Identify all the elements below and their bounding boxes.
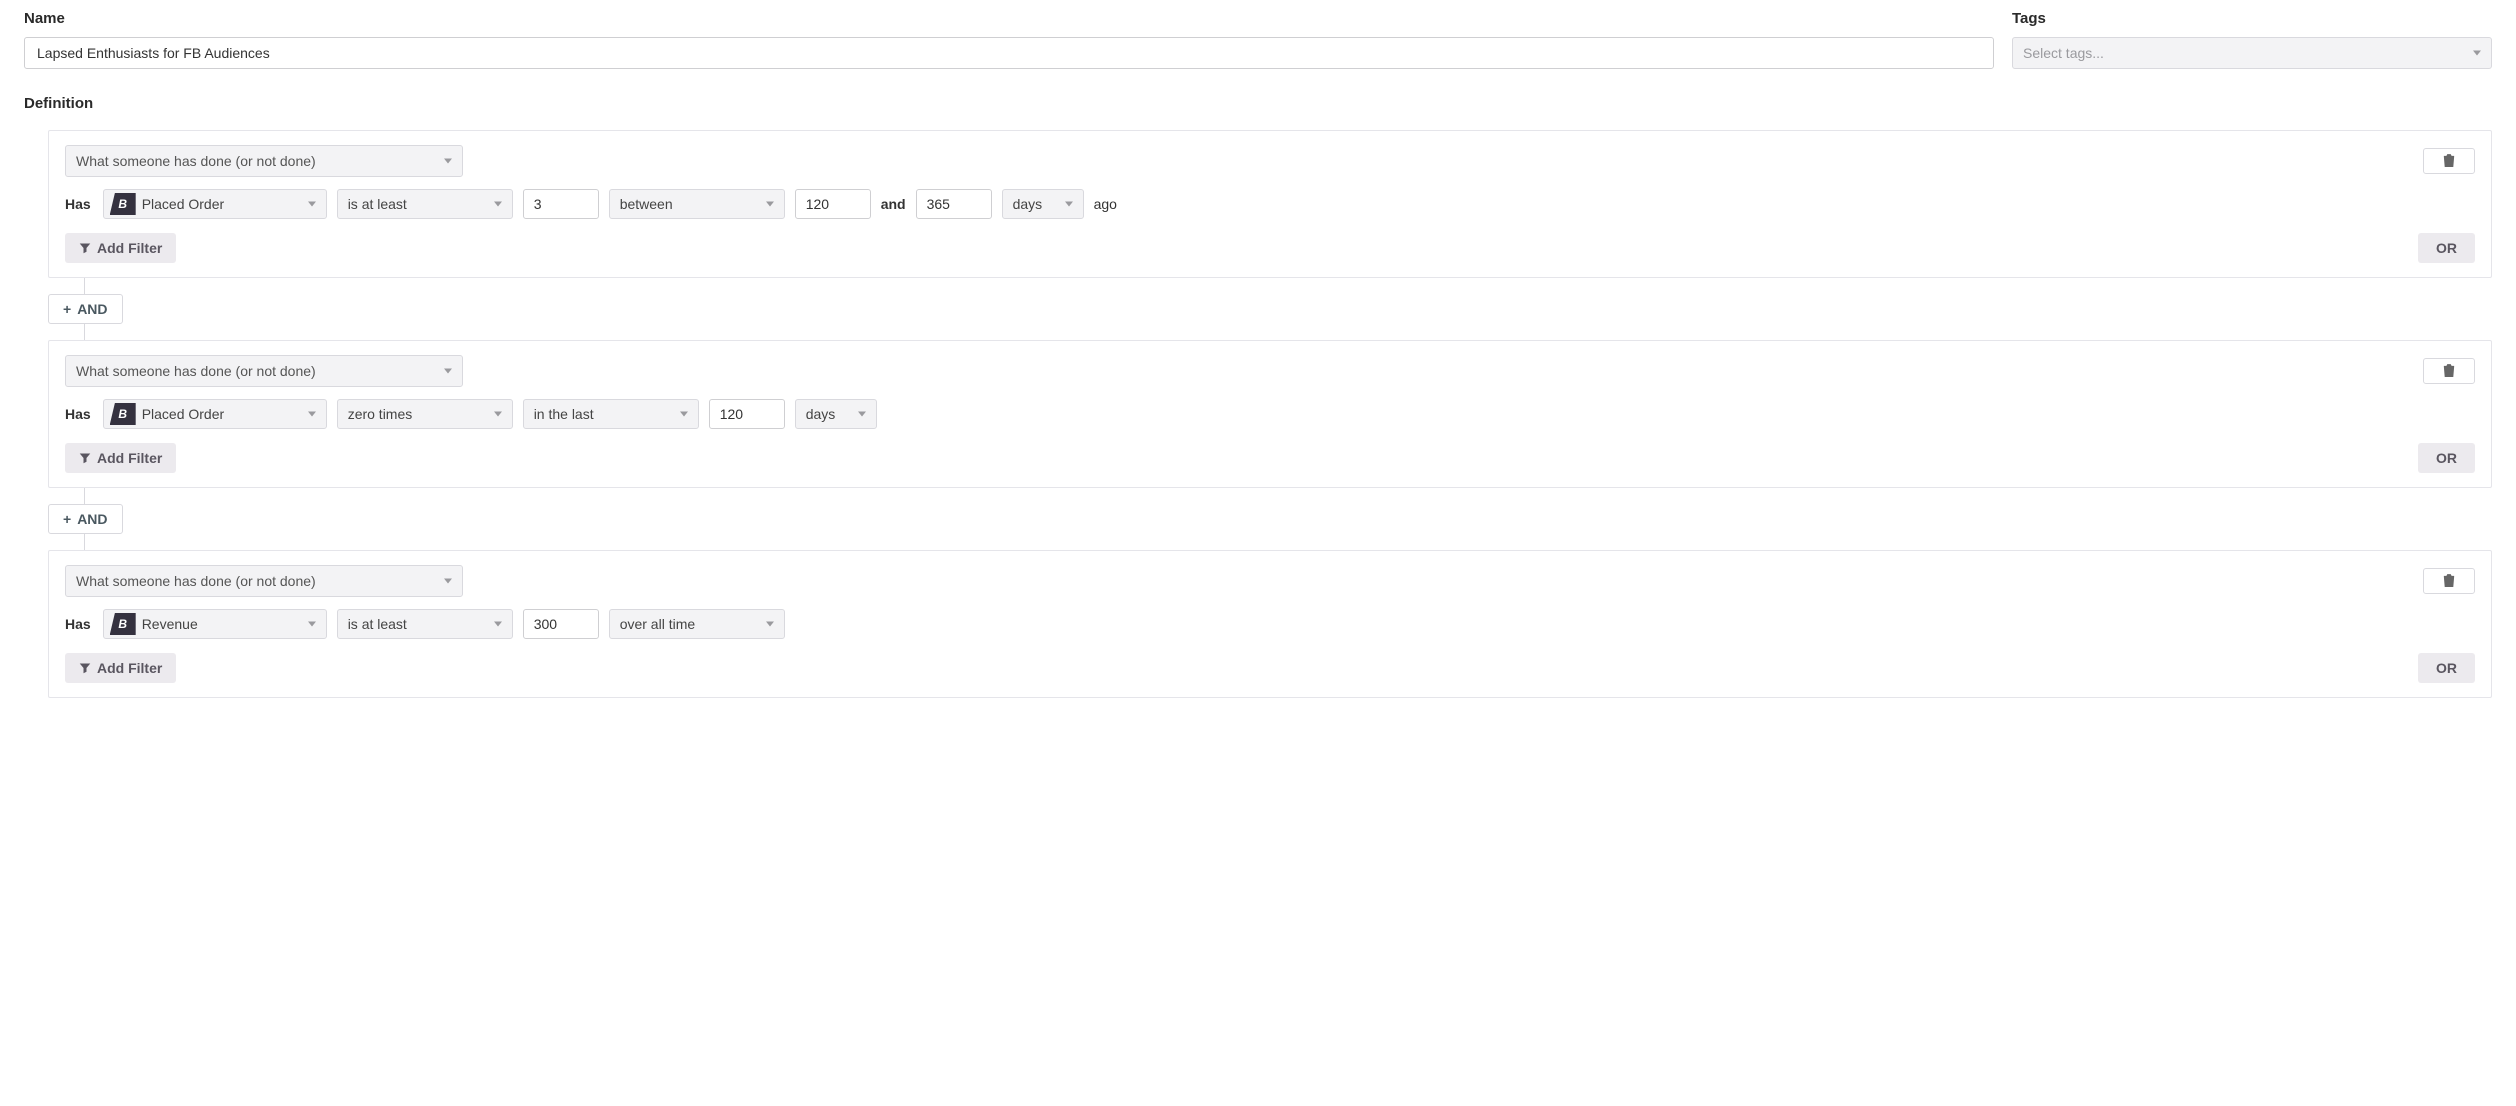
name-input[interactable] — [24, 37, 1994, 69]
add-filter-button[interactable]: Add Filter — [65, 653, 176, 683]
range-select[interactable]: in the last — [523, 399, 699, 429]
delete-condition-button[interactable] — [2423, 358, 2475, 384]
filter-icon — [79, 452, 91, 464]
chevron-down-icon — [494, 622, 502, 627]
range-select[interactable]: between — [609, 189, 785, 219]
trash-icon — [2443, 574, 2455, 588]
filter-icon — [79, 242, 91, 254]
delete-condition-button[interactable] — [2423, 568, 2475, 594]
has-label: Has — [65, 196, 91, 212]
condition-type-select[interactable]: What someone has done (or not done) — [65, 145, 463, 177]
or-button[interactable]: OR — [2418, 443, 2475, 473]
and-button[interactable]: + AND — [48, 294, 123, 324]
range-select[interactable]: over all time — [609, 609, 785, 639]
chevron-down-icon — [766, 202, 774, 207]
ago-text: ago — [1094, 196, 1117, 212]
chevron-down-icon — [2473, 51, 2481, 56]
chevron-down-icon — [308, 622, 316, 627]
operator-select[interactable]: is at least — [337, 609, 513, 639]
delete-condition-button[interactable] — [2423, 148, 2475, 174]
add-filter-button[interactable]: Add Filter — [65, 443, 176, 473]
chevron-down-icon — [680, 412, 688, 417]
tags-placeholder: Select tags... — [2023, 45, 2104, 61]
range-from-input[interactable] — [795, 189, 871, 219]
chevron-down-icon — [444, 159, 452, 164]
tags-select[interactable]: Select tags... — [2012, 37, 2492, 69]
chevron-down-icon — [444, 369, 452, 374]
chevron-down-icon — [766, 622, 774, 627]
metric-select[interactable]: B Placed Order — [103, 189, 327, 219]
condition-block: What someone has done (or not done) Has … — [48, 340, 2492, 488]
chevron-down-icon — [494, 202, 502, 207]
count-input[interactable] — [523, 609, 599, 639]
has-label: Has — [65, 616, 91, 632]
operator-select[interactable]: is at least — [337, 189, 513, 219]
chevron-down-icon — [858, 412, 866, 417]
or-button[interactable]: OR — [2418, 653, 2475, 683]
condition-block: What someone has done (or not done) Has … — [48, 550, 2492, 698]
count-input[interactable] — [523, 189, 599, 219]
unit-select[interactable]: days — [795, 399, 877, 429]
trash-icon — [2443, 364, 2455, 378]
add-filter-button[interactable]: Add Filter — [65, 233, 176, 263]
trash-icon — [2443, 154, 2455, 168]
metric-select[interactable]: B Placed Order — [103, 399, 327, 429]
plus-icon: + — [63, 301, 71, 317]
filter-icon — [79, 662, 91, 674]
range-from-input[interactable] — [709, 399, 785, 429]
tags-label: Tags — [2012, 10, 2492, 27]
and-word: and — [881, 196, 906, 212]
and-button[interactable]: + AND — [48, 504, 123, 534]
definition-label: Definition — [24, 95, 2492, 112]
and-connector: + AND — [48, 278, 2492, 340]
bigcommerce-icon: B — [110, 193, 136, 215]
range-to-input[interactable] — [916, 189, 992, 219]
or-button[interactable]: OR — [2418, 233, 2475, 263]
condition-type-select[interactable]: What someone has done (or not done) — [65, 355, 463, 387]
name-label: Name — [24, 10, 1994, 27]
chevron-down-icon — [308, 412, 316, 417]
chevron-down-icon — [494, 412, 502, 417]
metric-select[interactable]: B Revenue — [103, 609, 327, 639]
chevron-down-icon — [308, 202, 316, 207]
has-label: Has — [65, 406, 91, 422]
plus-icon: + — [63, 511, 71, 527]
bigcommerce-icon: B — [110, 613, 136, 635]
condition-block: What someone has done (or not done) Has … — [48, 130, 2492, 278]
and-connector: + AND — [48, 488, 2492, 550]
bigcommerce-icon: B — [110, 403, 136, 425]
operator-select[interactable]: zero times — [337, 399, 513, 429]
condition-type-select[interactable]: What someone has done (or not done) — [65, 565, 463, 597]
unit-select[interactable]: days — [1002, 189, 1084, 219]
chevron-down-icon — [444, 579, 452, 584]
chevron-down-icon — [1065, 202, 1073, 207]
